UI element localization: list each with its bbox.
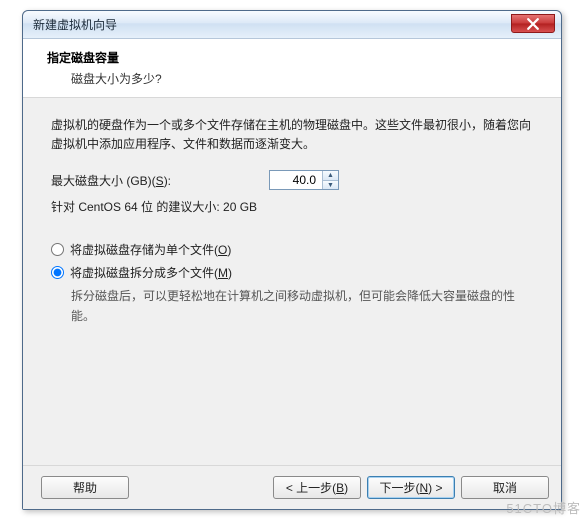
radio-single-file-input[interactable] (51, 243, 64, 256)
radio-single-file[interactable]: 将虚拟磁盘存储为单个文件(O) (51, 241, 533, 258)
max-disk-size-spinner[interactable]: ▲ ▼ (269, 170, 339, 190)
page-title: 指定磁盘容量 (47, 49, 545, 66)
wizard-header: 指定磁盘容量 磁盘大小为多少? (23, 39, 561, 98)
spinner-up-icon[interactable]: ▲ (323, 171, 338, 180)
titlebar: 新建虚拟机向导 (23, 11, 561, 39)
close-icon (527, 18, 539, 30)
close-button[interactable] (511, 14, 555, 33)
spinner-down-icon[interactable]: ▼ (323, 180, 338, 190)
radio-split-files[interactable]: 将虚拟磁盘拆分成多个文件(M) (51, 264, 533, 281)
radio-split-description: 拆分磁盘后，可以更轻松地在计算机之间移动虚拟机，但可能会降低大容量磁盘的性能。 (71, 287, 533, 325)
description-text: 虚拟机的硬盘作为一个或多个文件存储在主机的物理磁盘中。这些文件最初很小，随着您向… (51, 116, 533, 154)
recommended-size-text: 针对 CentOS 64 位 的建议大小: 20 GB (51, 198, 533, 215)
radio-split-files-label: 将虚拟磁盘拆分成多个文件(M) (70, 264, 232, 281)
wizard-window: 新建虚拟机向导 指定磁盘容量 磁盘大小为多少? 虚拟机的硬盘作为一个或多个文件存… (22, 10, 562, 510)
page-subtitle: 磁盘大小为多少? (71, 70, 545, 87)
next-button[interactable]: 下一步(N) > (367, 476, 455, 499)
max-disk-size-label: 最大磁盘大小 (GB)(S): (51, 172, 261, 189)
max-disk-size-row: 最大磁盘大小 (GB)(S): ▲ ▼ (51, 170, 533, 190)
radio-split-files-input[interactable] (51, 266, 64, 279)
cancel-button[interactable]: 取消 (461, 476, 549, 499)
wizard-content: 虚拟机的硬盘作为一个或多个文件存储在主机的物理磁盘中。这些文件最初很小，随着您向… (23, 98, 561, 465)
spinner-arrows: ▲ ▼ (322, 171, 338, 189)
radio-single-file-label: 将虚拟磁盘存储为单个文件(O) (70, 241, 231, 258)
wizard-footer: 帮助 < 上一步(B) 下一步(N) > 取消 (23, 465, 561, 509)
window-title: 新建虚拟机向导 (33, 16, 117, 33)
back-button[interactable]: < 上一步(B) (273, 476, 361, 499)
help-button[interactable]: 帮助 (41, 476, 129, 499)
max-disk-size-input[interactable] (270, 171, 322, 189)
